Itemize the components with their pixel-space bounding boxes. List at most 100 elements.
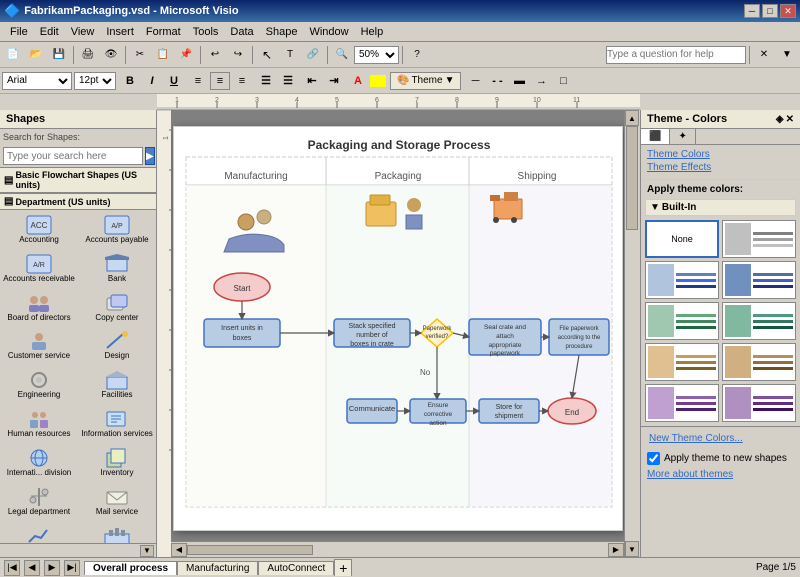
menu-help[interactable]: Help <box>355 24 390 40</box>
help-btn[interactable]: ? <box>406 45 428 65</box>
redo-btn[interactable]: ↪ <box>227 45 249 65</box>
shape-accounts-payable[interactable]: A/P Accounts payable <box>78 210 156 249</box>
theme-button[interactable]: 🎨 Theme ▼ <box>390 72 461 90</box>
shape-hr[interactable]: Human resources <box>0 404 78 443</box>
new-btn[interactable]: 📄 <box>2 45 24 65</box>
page-last-btn[interactable]: ▶| <box>64 560 80 576</box>
page-first-btn[interactable]: |◀ <box>4 560 20 576</box>
menu-file[interactable]: File <box>4 24 34 40</box>
shape-manage[interactable]: Manag... <box>0 520 78 543</box>
align-right-btn[interactable]: ≡ <box>232 72 252 90</box>
bold-btn[interactable]: B <box>120 72 140 90</box>
help-search[interactable] <box>606 46 746 64</box>
shape-copy[interactable]: Copy center <box>78 288 156 327</box>
apply-theme-checkbox[interactable] <box>647 452 660 465</box>
shapes-section-basic[interactable]: ▤ Basic Flowchart Shapes (US units) <box>0 167 156 193</box>
menu-shape[interactable]: Shape <box>260 24 304 40</box>
preview-btn[interactable]: 👁 <box>100 45 122 65</box>
shadow-btn[interactable]: □ <box>553 72 573 90</box>
shapes-search-btn[interactable]: ▶ <box>145 147 155 165</box>
swatch-purple[interactable] <box>645 384 719 422</box>
menu-view[interactable]: View <box>65 24 101 40</box>
shape-bank[interactable]: Bank <box>78 249 156 288</box>
swatch-purple2[interactable] <box>722 384 796 422</box>
print-btn[interactable]: 🖨 <box>77 45 99 65</box>
menu-edit[interactable]: Edit <box>34 24 65 40</box>
font-name-select[interactable]: Arial <box>2 72 72 90</box>
swatch-none[interactable]: None <box>645 220 719 258</box>
cut-btn[interactable]: ✂ <box>129 45 151 65</box>
theme-panel-resize[interactable]: ◈ <box>776 114 784 125</box>
tab-overall-process[interactable]: Overall process <box>84 561 177 575</box>
indent-decrease-btn[interactable]: ⇤ <box>302 72 322 90</box>
arrow-btn[interactable]: → <box>531 72 551 90</box>
swatch-teal2[interactable] <box>722 302 796 340</box>
minimize-button[interactable]: ─ <box>744 4 760 18</box>
line-weight-btn[interactable]: ▬ <box>509 72 529 90</box>
new-theme-link[interactable]: New Theme Colors... <box>643 431 798 446</box>
resize-down-btn[interactable]: ▼ <box>776 45 798 65</box>
shapes-scroll-down[interactable]: ▼ <box>140 545 154 557</box>
swatch-teal[interactable] <box>645 302 719 340</box>
swatch-warm2[interactable] <box>722 343 796 381</box>
zoom-out-btn[interactable]: 🔍 <box>331 45 353 65</box>
window-buttons[interactable]: ─ □ ✕ <box>744 4 796 18</box>
underline-btn[interactable]: U <box>164 72 184 90</box>
shape-design[interactable]: Design <box>78 326 156 365</box>
menu-window[interactable]: Window <box>303 24 354 40</box>
bullet-btn[interactable]: ☰ <box>256 72 276 90</box>
italic-btn[interactable]: I <box>142 72 162 90</box>
shape-manuf[interactable]: Manufactu... <box>78 520 156 543</box>
font-color-btn[interactable]: A <box>348 72 368 90</box>
more-about-themes-link[interactable]: More about themes <box>641 467 800 482</box>
connect-btn[interactable]: 🔗 <box>302 45 324 65</box>
shape-legal[interactable]: Legal department <box>0 482 78 521</box>
tab-manufacturing[interactable]: Manufacturing <box>177 561 258 575</box>
shape-customer[interactable]: Customer service <box>0 326 78 365</box>
theme-colors-link[interactable]: Theme Colors <box>647 149 794 160</box>
shape-inventory[interactable]: Inventory <box>78 443 156 482</box>
theme-panel-close[interactable]: ✕ <box>786 114 794 125</box>
text-btn[interactable]: T <box>279 45 301 65</box>
highlight-btn[interactable] <box>370 75 386 87</box>
tab-effects[interactable]: ✦ <box>670 129 695 144</box>
maximize-button[interactable]: □ <box>762 4 778 18</box>
align-left-btn[interactable]: ≡ <box>188 72 208 90</box>
menu-tools[interactable]: Tools <box>187 24 225 40</box>
shapes-search-input[interactable] <box>3 147 143 165</box>
close-search-btn[interactable]: ✕ <box>753 45 775 65</box>
open-btn[interactable]: 📂 <box>25 45 47 65</box>
align-center-btn[interactable]: ≡ <box>210 72 230 90</box>
line-style-btn[interactable]: ─ <box>465 72 485 90</box>
shape-intl[interactable]: Internati... division <box>0 443 78 482</box>
menu-format[interactable]: Format <box>140 24 187 40</box>
shape-board[interactable]: Board of directors <box>0 288 78 327</box>
shape-accounting[interactable]: ACC Accounting <box>0 210 78 249</box>
font-size-select[interactable]: 12pt. 10pt. 14pt. <box>74 72 116 90</box>
swatch-warm[interactable] <box>645 343 719 381</box>
page-next-btn[interactable]: ▶ <box>44 560 60 576</box>
paste-btn[interactable]: 📌 <box>175 45 197 65</box>
dash-style-btn[interactable]: - - <box>487 72 507 90</box>
shape-accounts-receivable[interactable]: A/R Accounts receivable <box>0 249 78 288</box>
horizontal-scrollbar[interactable]: ◀ ▶ <box>171 541 624 557</box>
zoom-select[interactable]: 50% 75% 100% <box>354 46 399 64</box>
menu-insert[interactable]: Insert <box>100 24 140 40</box>
shapes-scrollbar[interactable]: ▼ <box>0 543 156 557</box>
copy-btn[interactable]: 📋 <box>152 45 174 65</box>
tab-autoconnect[interactable]: AutoConnect <box>258 561 334 575</box>
shape-mail[interactable]: Mail service <box>78 482 156 521</box>
page-prev-btn[interactable]: ◀ <box>24 560 40 576</box>
indent-increase-btn[interactable]: ⇥ <box>324 72 344 90</box>
save-btn[interactable]: 💾 <box>48 45 70 65</box>
numbered-btn[interactable]: ☰ <box>278 72 298 90</box>
scroll-up-btn[interactable]: ▲ <box>625 110 639 126</box>
swatch-gray[interactable] <box>722 220 796 258</box>
shape-info[interactable]: Information services <box>78 404 156 443</box>
builtin-header[interactable]: ▼ Built-In <box>645 199 796 216</box>
tab-new[interactable]: + <box>334 559 352 576</box>
theme-effects-link[interactable]: Theme Effects <box>647 162 794 173</box>
tab-colors[interactable]: ⬛ <box>641 129 670 144</box>
shapes-section-dept[interactable]: ▤ Department (US units) <box>0 193 156 210</box>
swatch-blue[interactable] <box>645 261 719 299</box>
